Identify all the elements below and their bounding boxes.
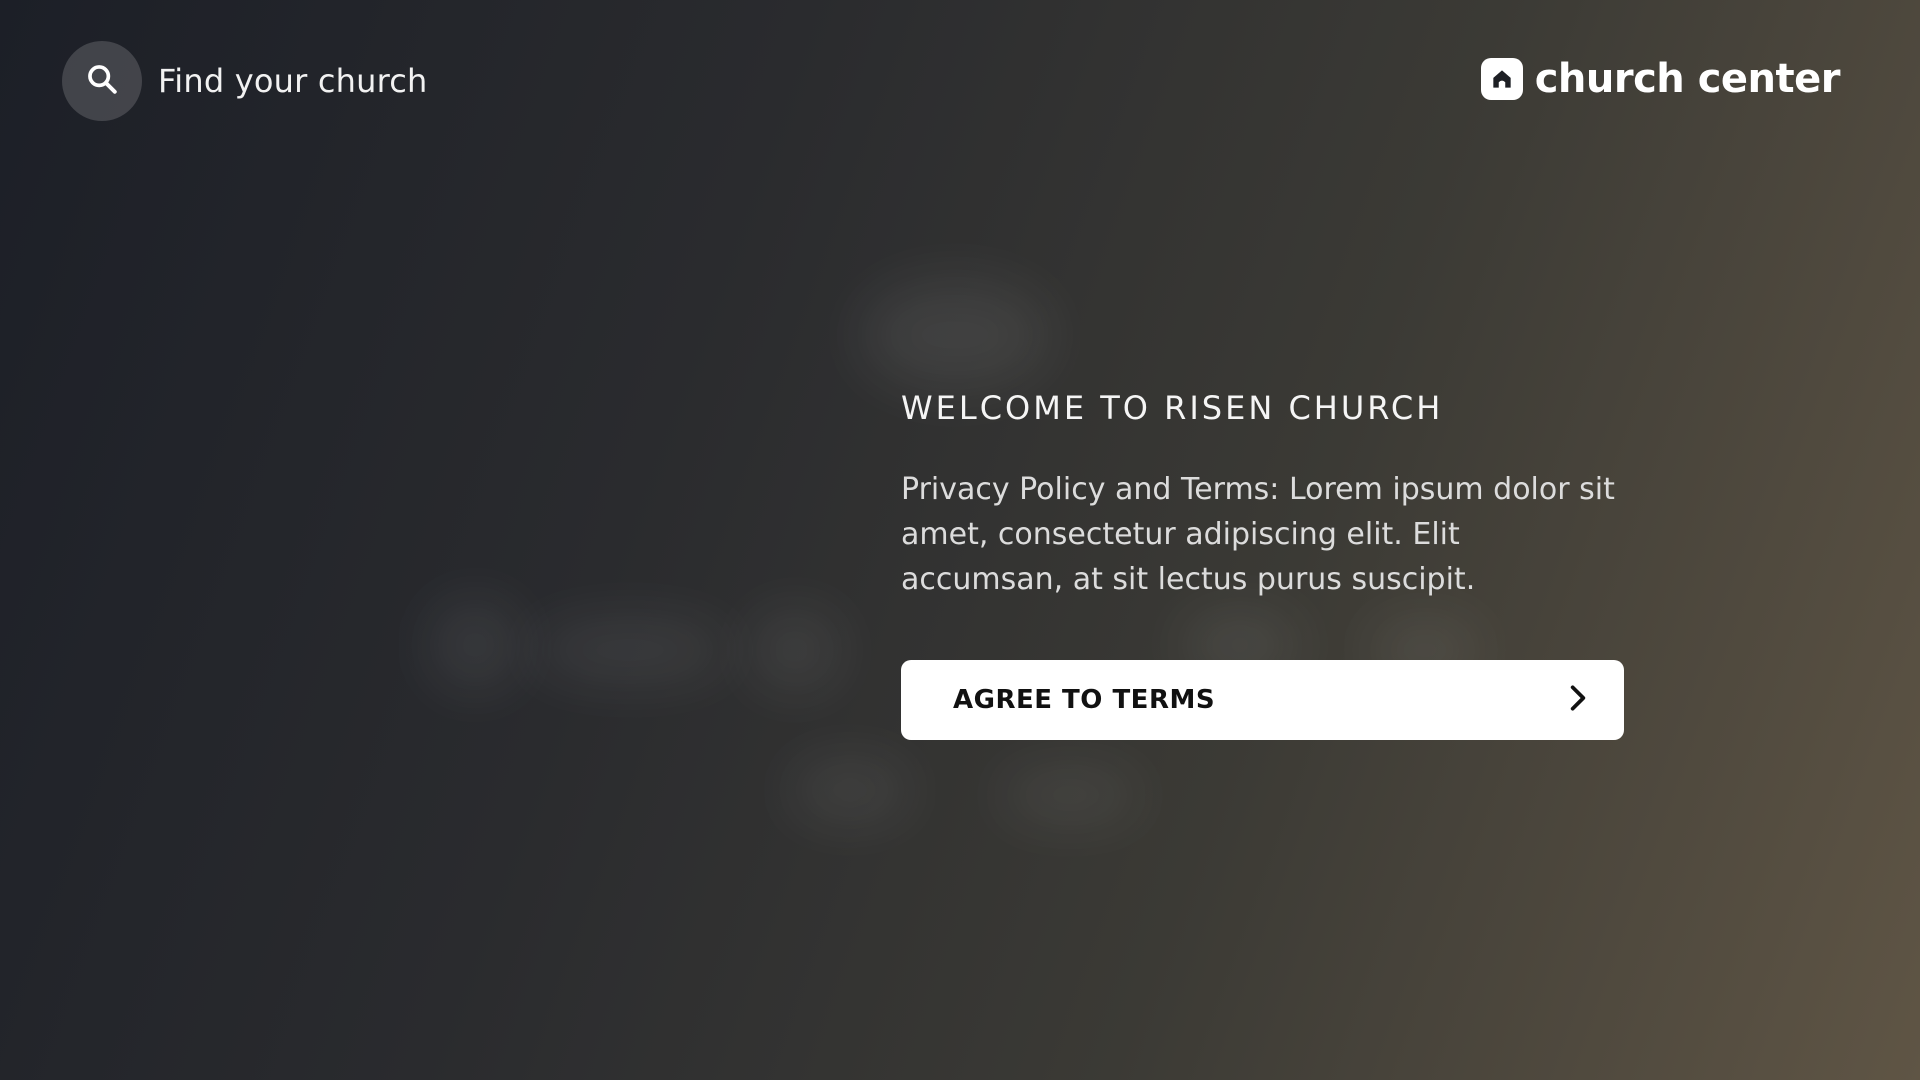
church-center-logo: church center (1480, 56, 1841, 102)
church-home-icon (1480, 58, 1523, 100)
terms-text: Privacy Policy and Terms: Lorem ipsum do… (901, 472, 1615, 597)
brand-name: church center (1534, 56, 1841, 102)
search-label[interactable]: Find your church (158, 62, 428, 100)
agree-button-label: AGREE TO TERMS (953, 685, 1216, 715)
find-church-search[interactable]: Find your church (62, 41, 428, 121)
welcome-title: WELCOME TO RISEN CHURCH (901, 389, 1444, 427)
agree-to-terms-button[interactable]: AGREE TO TERMS (901, 660, 1624, 740)
search-button[interactable] (62, 41, 142, 121)
welcome-panel: WELCOME TO RISEN CHURCH Privacy Policy a… (901, 389, 1624, 740)
chevron-right-icon (1562, 682, 1594, 718)
search-icon (85, 62, 119, 100)
